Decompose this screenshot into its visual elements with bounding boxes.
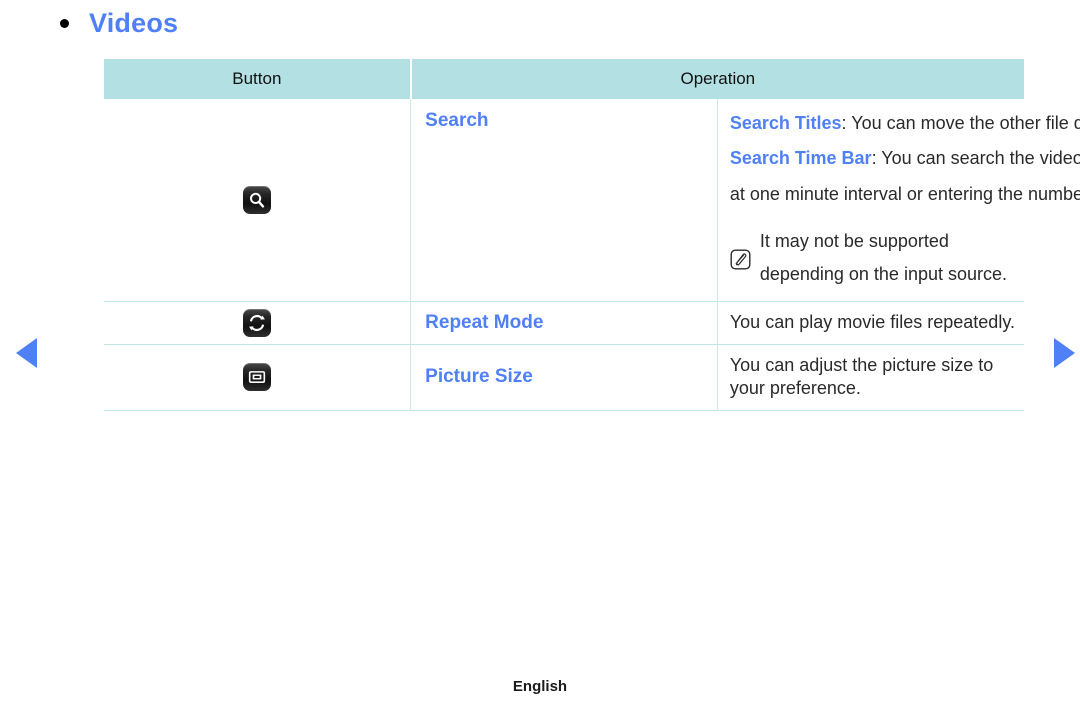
table-bottom-border — [104, 409, 1024, 411]
description-line-search-titles: Search Titles: You can move the other fi… — [729, 107, 1080, 140]
row-description-search: Search Titles: You can move the other fi… — [717, 99, 1080, 302]
term-search-time-bar: Search Time Bar — [729, 148, 872, 169]
description-line-search-time-bar: Search Time Bar: You can search the vide… — [729, 142, 1080, 175]
row-icon-cell-search — [104, 99, 412, 302]
description-line-search-time-bar-cont: at one minute interval or entering the n… — [729, 183, 1080, 204]
column-header-operation: Operation — [410, 59, 1024, 99]
picture-size-icon[interactable] — [243, 363, 272, 392]
note-row-search: It may not be supported depending on the… — [730, 225, 1024, 292]
text-search-time-bar: : You can search the video using ◀ and ▶… — [871, 148, 1080, 169]
table-bottom-cell-1 — [104, 409, 411, 411]
row-label-search: Search — [410, 99, 718, 302]
term-search-titles: Search Titles — [729, 113, 842, 133]
arrow-left-icon[interactable] — [16, 338, 37, 368]
note-text-search: It may not be supported depending on the… — [759, 230, 1008, 285]
table-row-search: Search Search Titles: You can move the o… — [104, 99, 1080, 302]
row-label-picture-size: Picture Size — [410, 343, 718, 411]
footer-language-label: English — [512, 678, 568, 695]
column-header-button: Button — [104, 59, 412, 99]
button-operation-table: Button Operation Search Search Titles: Y… — [104, 59, 1080, 411]
row-icon-cell-picture-size — [104, 343, 412, 411]
note-icon — [730, 248, 751, 270]
bullet-dot-icon — [60, 19, 69, 28]
search-icon[interactable] — [243, 186, 272, 215]
row-label-repeat-mode: Repeat Mode — [410, 301, 718, 345]
table-row-picture-size: Picture Size You can adjust the picture … — [104, 343, 1024, 411]
arrow-right-icon[interactable] — [1054, 338, 1075, 368]
table-header-row: Button Operation — [104, 59, 1024, 99]
row-icon-cell-repeat — [104, 301, 412, 345]
row-description-repeat-mode: You can play movie files repeatedly. — [717, 301, 1024, 345]
text-search-titles: : You can move the other file directly. — [841, 113, 1080, 133]
page-title: Videos — [89, 8, 179, 38]
table-row-repeat-mode: Repeat Mode You can play movie files rep… — [104, 301, 1024, 345]
page-heading: Videos — [60, 10, 178, 37]
table-bottom-cell-2 — [410, 409, 718, 411]
table-bottom-cell-3 — [717, 409, 1024, 411]
row-description-picture-size: You can adjust the picture size to your … — [717, 343, 1024, 411]
repeat-icon[interactable] — [243, 309, 272, 338]
